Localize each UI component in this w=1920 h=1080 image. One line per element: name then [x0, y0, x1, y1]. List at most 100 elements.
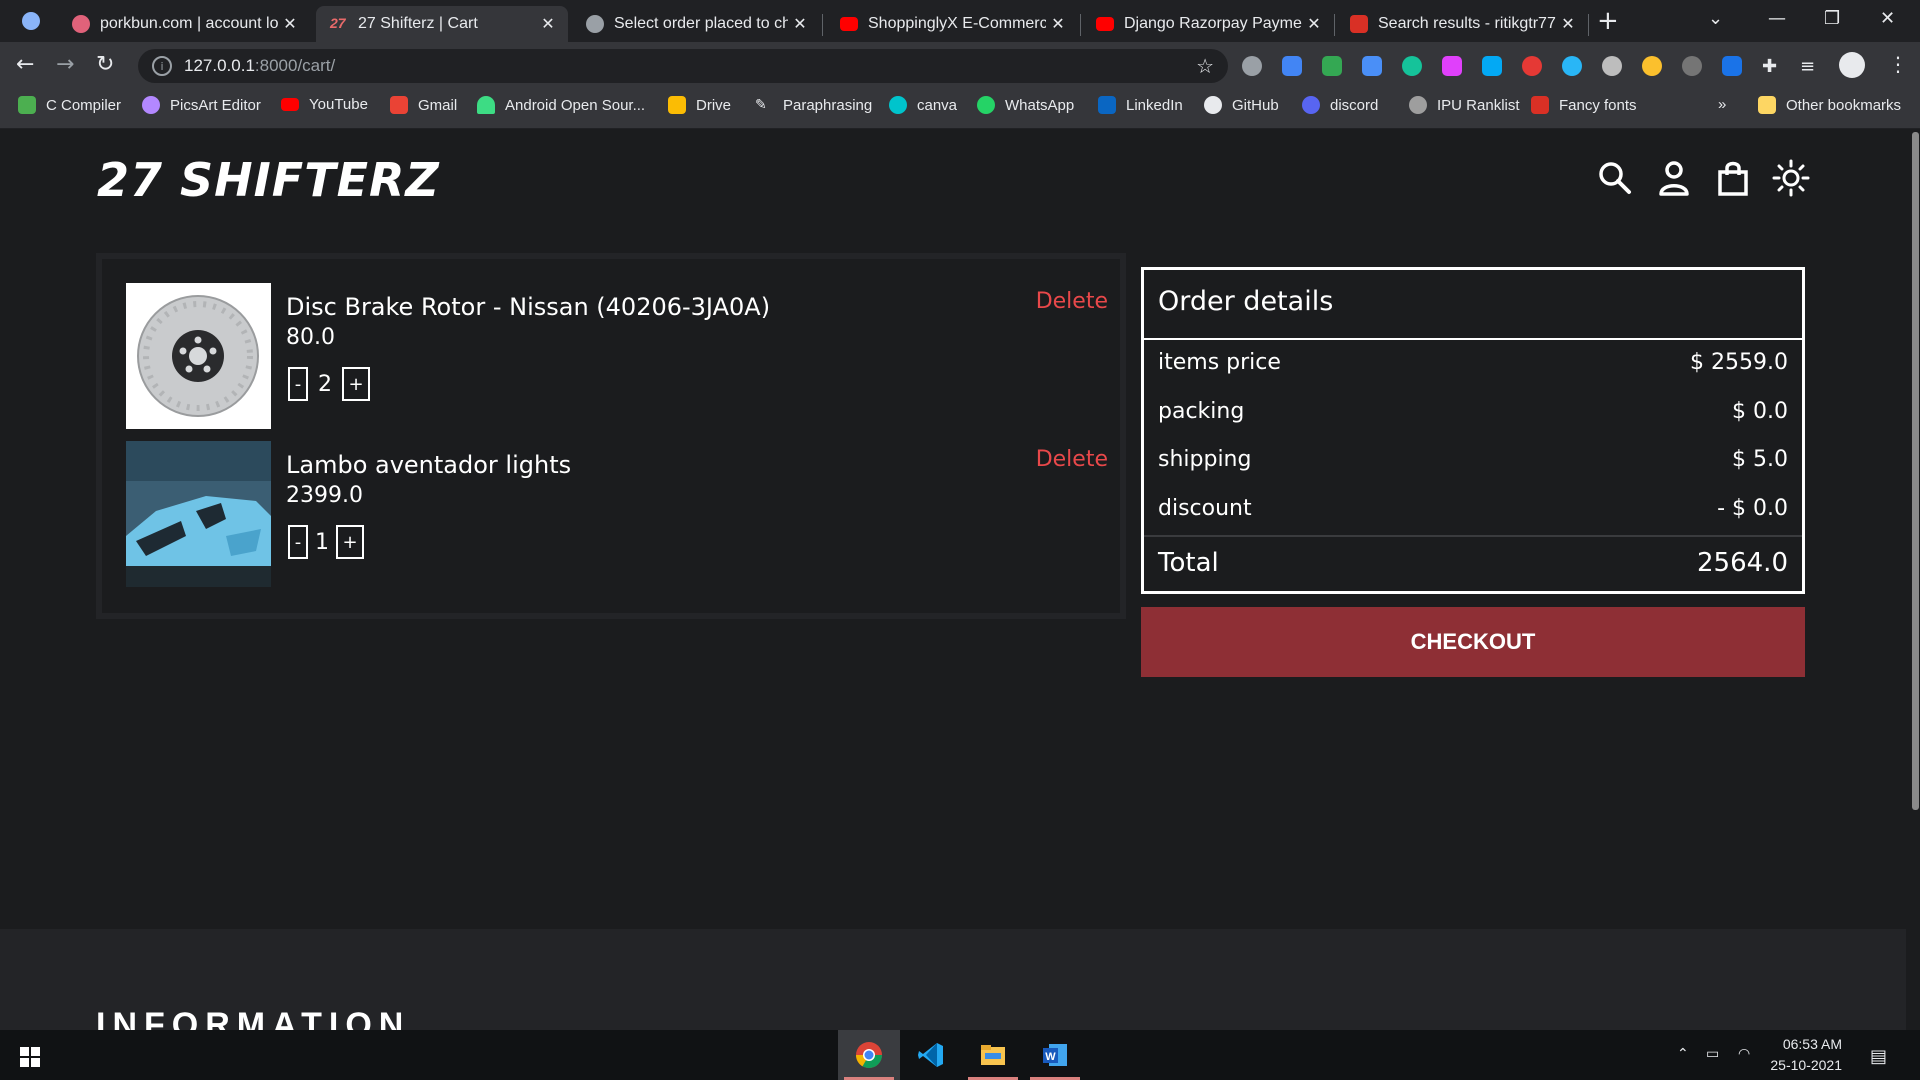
extension-shield-icon[interactable] — [1322, 56, 1342, 76]
shopping-bag-icon[interactable] — [1714, 159, 1752, 197]
account-icon[interactable] — [1655, 159, 1693, 197]
site-info-icon[interactable]: i — [152, 56, 172, 76]
extension-translate-icon[interactable] — [1282, 56, 1302, 76]
media-control-icon[interactable]: ≡ — [1800, 56, 1820, 77]
profile-avatar-icon[interactable] — [1839, 52, 1865, 78]
taskbar-file-explorer[interactable] — [962, 1030, 1024, 1080]
chrome-profile-dot-icon[interactable] — [22, 12, 40, 30]
android-icon — [477, 96, 495, 114]
bookmark-whatsapp[interactable]: WhatsApp — [977, 96, 1074, 114]
quantity-stepper: - 1 + — [288, 525, 364, 559]
chrome-icon — [855, 1042, 883, 1069]
order-row-total: Total 2564.0 — [1158, 548, 1788, 578]
taskbar-vscode[interactable] — [900, 1030, 962, 1080]
restore-icon[interactable]: ❐ — [1824, 8, 1840, 29]
close-tab-icon[interactable]: ✕ — [1046, 14, 1070, 34]
drive-icon — [668, 96, 686, 114]
site-logo[interactable]: 27 SHIFTERZ — [97, 153, 440, 207]
extension-euro-icon[interactable] — [1722, 56, 1742, 76]
checkout-button[interactable]: CHECKOUT — [1141, 607, 1805, 677]
bookmark-ipu-ranklist[interactable]: IPU Ranklist — [1409, 96, 1520, 114]
bookmark-fancy-fonts[interactable]: Fancy fonts — [1531, 96, 1637, 114]
search-icon[interactable] — [1596, 159, 1634, 197]
more-bookmarks-chevron[interactable]: » — [1718, 96, 1726, 113]
address-bar[interactable]: i 127.0.0.1:8000/cart/ ☆ — [138, 49, 1228, 83]
extension-screenshot-icon[interactable] — [1482, 56, 1502, 76]
folder-icon — [981, 1045, 1005, 1065]
canva-icon — [889, 96, 907, 114]
svg-text:W: W — [1045, 1051, 1056, 1063]
tab-cart[interactable]: 27 27 Shifterz | Cart ✕ — [316, 6, 568, 42]
wifi-icon[interactable]: ◠ — [1738, 1046, 1750, 1062]
close-tab-icon[interactable]: ✕ — [1556, 14, 1580, 34]
chrome-menu-icon[interactable]: ⋮ — [1888, 52, 1908, 76]
extension-drop-icon[interactable] — [1562, 56, 1582, 76]
youtube-icon — [840, 17, 858, 31]
extension-block-icon[interactable] — [1242, 56, 1262, 76]
tab-select-order[interactable]: Select order placed to cha ✕ — [572, 6, 820, 42]
bookmark-c-compiler[interactable]: C Compiler — [18, 96, 121, 114]
theme-toggle-sun-icon[interactable] — [1772, 159, 1810, 197]
decrease-qty-button[interactable]: - — [288, 367, 308, 401]
close-tab-icon[interactable]: ✕ — [536, 14, 560, 34]
extension-coin-icon[interactable] — [1642, 56, 1662, 76]
delete-item-link[interactable]: Delete — [1036, 447, 1108, 472]
increase-qty-button[interactable]: + — [336, 525, 364, 559]
lamborghini-image — [126, 441, 271, 587]
windows-start-icon[interactable] — [20, 1047, 40, 1067]
scrollbar-thumb[interactable] — [1912, 132, 1919, 810]
close-window-icon[interactable]: ✕ — [1880, 8, 1895, 29]
youtube-icon — [1096, 17, 1114, 31]
bookmark-youtube[interactable]: YouTube — [281, 96, 368, 113]
new-tab-plus-icon[interactable]: + — [1597, 6, 1619, 36]
bookmark-canva[interactable]: canva — [889, 96, 957, 114]
tab-search-chevron-icon[interactable]: ⌄ — [1708, 8, 1723, 29]
windows-taskbar: W ⌃ ▭ ◠ 06:53 AM 25-10-2021 ▤ — [0, 1030, 1920, 1080]
shifterz-favicon-icon: 27 — [330, 15, 346, 31]
system-clock[interactable]: 06:53 AM 25-10-2021 — [1752, 1034, 1842, 1076]
battery-icon[interactable]: ▭ — [1706, 1046, 1719, 1062]
picsart-icon — [142, 96, 160, 114]
show-hidden-icons-chevron-icon[interactable]: ⌃ — [1677, 1046, 1689, 1062]
bookmark-github[interactable]: GitHub — [1204, 96, 1279, 114]
reload-icon[interactable]: ↻ — [96, 52, 114, 77]
close-tab-icon[interactable]: ✕ — [1302, 14, 1326, 34]
back-arrow-icon[interactable]: ← — [16, 52, 34, 77]
bookmark-linkedin[interactable]: LinkedIn — [1098, 96, 1183, 114]
clock-date: 25-10-2021 — [1770, 1057, 1842, 1073]
bookmark-discord[interactable]: discord — [1302, 96, 1378, 114]
extension-grammarly-icon[interactable] — [1402, 56, 1422, 76]
tab-gmail-search[interactable]: Search results - ritikgtr77 ✕ — [1336, 6, 1588, 42]
extension-gear-icon[interactable] — [1602, 56, 1622, 76]
bookmark-paraphrasing[interactable]: ✎ Paraphrasing — [755, 96, 872, 114]
bookmark-drive[interactable]: Drive — [668, 96, 731, 114]
close-tab-icon[interactable]: ✕ — [788, 14, 812, 34]
tab-django-razorpay[interactable]: Django Razorpay Payment ✕ — [1082, 6, 1334, 42]
notifications-icon[interactable]: ▤ — [1870, 1046, 1887, 1067]
bookmark-gmail[interactable]: Gmail — [390, 96, 457, 114]
extensions-puzzle-icon[interactable]: ✚ — [1762, 56, 1782, 77]
bookmark-star-icon[interactable]: ☆ — [1196, 54, 1214, 78]
quantity-value: 2 — [318, 371, 332, 397]
increase-qty-button[interactable]: + — [342, 367, 370, 401]
extension-color-icon[interactable] — [1442, 56, 1462, 76]
close-tab-icon[interactable]: ✕ — [278, 14, 302, 34]
extension-save-icon[interactable] — [1362, 56, 1382, 76]
tab-porkbun[interactable]: porkbun.com | account lo ✕ — [58, 6, 310, 42]
taskbar-word[interactable]: W — [1024, 1030, 1086, 1080]
extension-heart-icon[interactable] — [1522, 56, 1542, 76]
bookmark-android[interactable]: Android Open Sour... — [477, 96, 645, 114]
divider — [1144, 535, 1802, 537]
taskbar-chrome[interactable] — [838, 1030, 900, 1080]
forward-arrow-icon[interactable]: → — [56, 52, 74, 77]
decrease-qty-button[interactable]: - — [288, 525, 308, 559]
word-icon: W — [1043, 1044, 1067, 1066]
other-bookmarks-folder[interactable]: Other bookmarks — [1758, 96, 1901, 114]
bookmark-picsart[interactable]: PicsArt Editor — [142, 96, 261, 114]
delete-item-link[interactable]: Delete — [1036, 289, 1108, 314]
extension-circle-icon[interactable] — [1682, 56, 1702, 76]
cart-item: Lambo aventador lights 2399.0 - 1 + Dele… — [126, 441, 1116, 587]
tab-shoppinglyx[interactable]: ShoppinglyX E-Commerce ✕ — [826, 6, 1078, 42]
vscode-icon — [918, 1043, 943, 1067]
minimize-icon[interactable]: — — [1768, 8, 1786, 29]
